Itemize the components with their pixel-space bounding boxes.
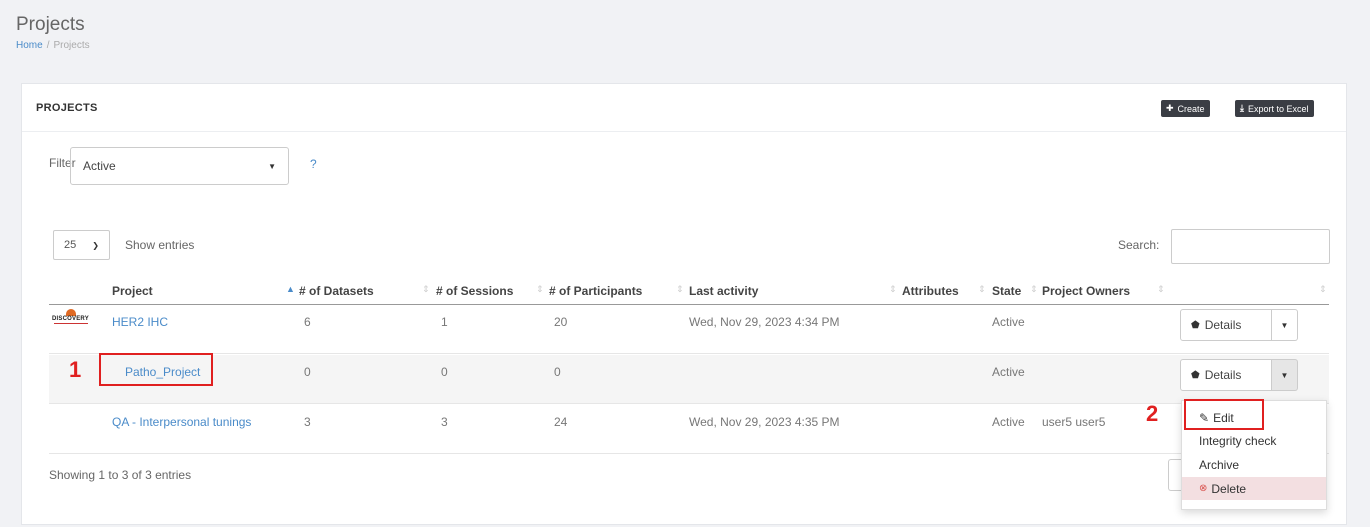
breadcrumb: Home / Projects [16,40,90,51]
page-length-value: 25 [64,239,77,251]
tag-icon: ⬟ [1191,319,1200,331]
chevron-down-icon: ▼ [1280,370,1289,380]
details-button-group: ⬟ Details ▼ [1180,359,1298,391]
column-header-participants[interactable]: # of Participants [549,284,642,298]
participants-count: 24 [554,415,568,429]
create-label: Create [1177,103,1205,114]
details-dropdown-toggle[interactable]: ▼ [1272,309,1298,341]
breadcrumb-home-link[interactable]: Home [16,40,43,51]
chevron-down-icon: ▼ [268,161,276,171]
table-row: QA - Interpersonal tunings 3 3 24 Wed, N… [49,405,1329,454]
details-label: Details [1204,368,1242,382]
details-button[interactable]: ⬟ Details [1180,309,1272,341]
menu-item-archive[interactable]: Archive [1182,453,1326,476]
details-label: Details [1204,318,1242,332]
table-row: DISCOVERY HER2 IHC 6 1 20 Wed, Nov 29, 2… [49,305,1329,354]
table-info: Showing 1 to 3 of 3 entries [49,468,192,482]
filter-select[interactable]: Active ▼ [70,147,289,185]
filter-help-link[interactable]: ? [310,157,317,171]
sessions-count: 1 [441,315,448,329]
details-button[interactable]: ⬟ Details [1180,359,1272,391]
export-to-excel-button[interactable]: ⤓ Export to Excel [1235,100,1314,117]
column-header-datasets[interactable]: # of Datasets [299,284,374,298]
panel-header: PROJECTS ✚ Create ⤓ Export to Excel [22,84,1346,132]
state: Active [992,315,1025,329]
column-header-attributes[interactable]: Attributes [902,284,959,298]
column-header-state[interactable]: State [992,284,1021,298]
project-link[interactable]: HER2 IHC [112,315,168,329]
annotation-marker-1: 1 [69,357,82,382]
sort-icon[interactable]: ⇕ [1157,284,1165,295]
annotation-marker-2: 2 [1146,401,1159,426]
breadcrumb-current: Projects [53,40,90,51]
sort-icon[interactable]: ⇕ [422,284,430,295]
panel-title: PROJECTS [36,102,98,114]
plus-icon: ✚ [1166,103,1174,113]
discovery-logo: DISCOVERY [52,309,92,325]
state: Active [992,415,1025,429]
highlight-box-project [99,353,213,386]
page-header: Projects Home / Projects [0,0,1370,64]
project-link[interactable]: QA - Interpersonal tunings [112,415,251,429]
highlight-box-edit [1184,399,1264,430]
page-length-select[interactable]: 25 ❯ [53,230,110,260]
download-icon: ⤓ [1240,103,1244,113]
details-dropdown-toggle[interactable]: ▼ [1272,359,1298,391]
sort-icon[interactable]: ⇕ [536,284,544,295]
page-title: Projects [16,14,85,35]
times-circle-icon: ⊗ [1199,483,1208,494]
sort-icon[interactable]: ⇕ [1319,284,1327,295]
details-button-group: ⬟ Details ▼ [1180,309,1298,341]
column-header-sessions[interactable]: # of Sessions [436,284,513,298]
delete-label: Delete [1211,481,1247,496]
project-owners: user5 user5 [1042,415,1106,429]
menu-item-delete[interactable]: ⊗ Delete [1182,477,1326,500]
state: Active [992,365,1025,379]
sort-icon[interactable]: ⇕ [676,284,684,295]
datasets-count: 6 [304,315,311,329]
sort-icon[interactable]: ⇕ [1030,284,1038,295]
search-input[interactable] [1171,229,1330,264]
column-header-project-owners[interactable]: Project Owners [1042,284,1130,298]
last-activity: Wed, Nov 29, 2023 4:34 PM [689,315,840,329]
table-row: Patho_Project 0 0 0 Active ⬟ Details ▼ [49,355,1329,404]
breadcrumb-separator: / [46,40,50,51]
sort-icon[interactable]: ⇕ [889,284,897,295]
sort-asc-icon[interactable]: ▲ [286,284,295,294]
page-length-label: Show entries [125,238,195,252]
integrity-label: Integrity check [1199,433,1277,448]
create-button[interactable]: ✚ Create [1161,100,1210,117]
chevron-down-icon: ❯ [92,240,99,250]
participants-count: 20 [554,315,568,329]
menu-item-integrity-check[interactable]: Integrity check [1182,429,1326,452]
export-label: Export to Excel [1247,103,1309,114]
pagination[interactable] [1168,459,1182,491]
column-header-last-activity[interactable]: Last activity [689,284,758,298]
search-label: Search: [1118,238,1160,252]
sort-icon[interactable]: ⇕ [978,284,986,295]
filter-value: Active [83,159,116,173]
column-header-project[interactable]: Project [112,284,153,298]
chevron-down-icon: ▼ [1280,320,1289,330]
sessions-count: 0 [441,365,448,379]
participants-count: 0 [554,365,561,379]
sessions-count: 3 [441,415,448,429]
tag-icon: ⬟ [1191,369,1200,381]
datasets-count: 0 [304,365,311,379]
projects-panel: PROJECTS ✚ Create ⤓ Export to Excel Filt… [21,83,1347,525]
last-activity: Wed, Nov 29, 2023 4:35 PM [689,415,840,429]
archive-label: Archive [1199,457,1240,472]
datasets-count: 3 [304,415,311,429]
